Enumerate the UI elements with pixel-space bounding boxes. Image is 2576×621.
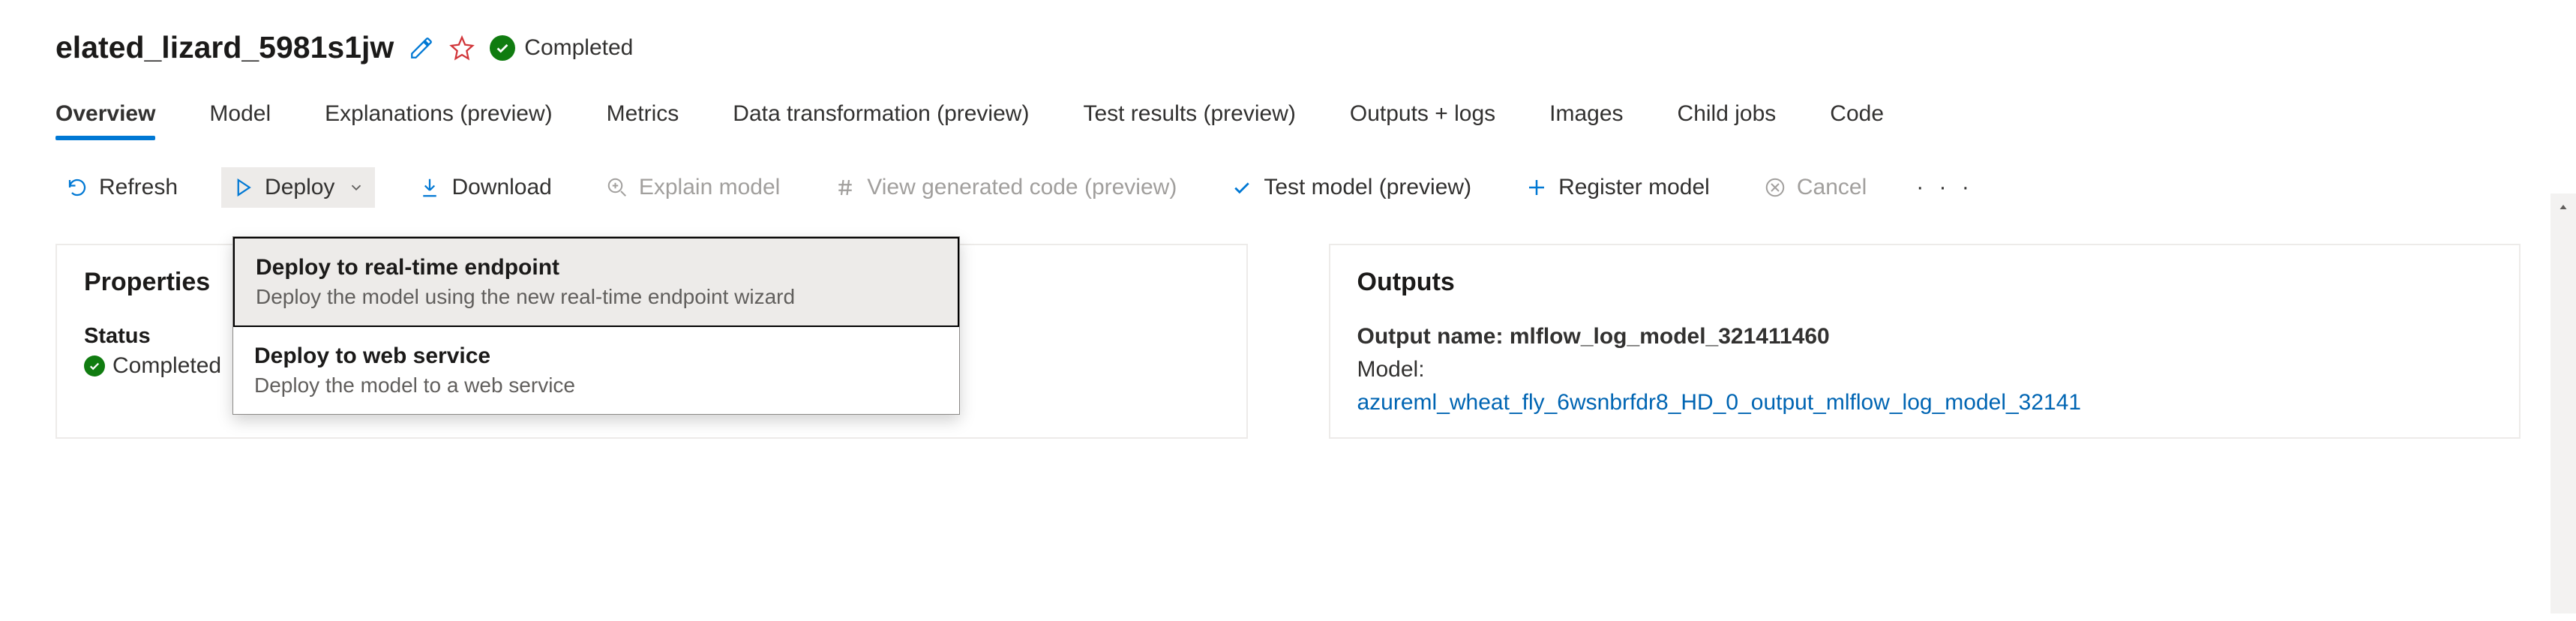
scroll-up-arrow-icon[interactable] <box>2551 194 2576 220</box>
tab-metrics[interactable]: Metrics <box>607 101 679 137</box>
refresh-label: Refresh <box>99 175 178 200</box>
cancel-icon <box>1764 176 1786 199</box>
page-header: elated_lizard_5981s1jw Completed <box>55 30 2521 65</box>
tab-outputs-logs[interactable]: Outputs + logs <box>1350 101 1495 137</box>
tab-code[interactable]: Code <box>1830 101 1884 137</box>
status-value: Completed <box>112 353 221 379</box>
cancel-label: Cancel <box>1797 175 1867 200</box>
test-model-button[interactable]: Test model (preview) <box>1220 167 1482 208</box>
refresh-button[interactable]: Refresh <box>55 167 188 208</box>
chevron-down-icon <box>348 179 364 196</box>
download-label: Download <box>451 175 551 200</box>
hash-icon <box>834 176 856 199</box>
more-button[interactable]: · · · <box>1910 175 1980 200</box>
model-link[interactable]: azureml_wheat_fly_6wsnbrfdr8_HD_0_output… <box>1357 390 2493 416</box>
refresh-icon <box>66 176 88 199</box>
explain-model-label: Explain model <box>639 175 780 200</box>
output-name-value: mlflow_log_model_321411460 <box>1510 324 1830 349</box>
deploy-web-service-item[interactable]: Deploy to web service Deploy the model t… <box>233 327 959 414</box>
tab-model[interactable]: Model <box>209 101 271 137</box>
download-button[interactable]: Download <box>408 167 562 208</box>
download-icon <box>418 176 441 199</box>
deploy-web-title: Deploy to web service <box>254 344 938 369</box>
edit-icon[interactable] <box>409 35 434 61</box>
check-circle-icon <box>490 35 515 61</box>
output-name-row: Output name: mlflow_log_model_321411460 <box>1357 324 2493 350</box>
favorite-star-icon[interactable] <box>449 35 475 61</box>
tab-explanations[interactable]: Explanations (preview) <box>325 101 552 137</box>
deploy-realtime-title: Deploy to real-time endpoint <box>256 255 937 280</box>
outputs-heading: Outputs <box>1357 268 2493 297</box>
check-icon <box>1231 176 1253 199</box>
command-bar: Refresh Deploy Download Explain model Vi… <box>55 167 2521 208</box>
model-label: Model: <box>1357 357 2493 382</box>
magnify-plus-icon <box>606 176 628 199</box>
tab-overview[interactable]: Overview <box>55 101 155 137</box>
deploy-web-desc: Deploy the model to a web service <box>254 374 938 398</box>
view-code-button: View generated code (preview) <box>823 167 1187 208</box>
output-name-label: Output name: <box>1357 324 1504 349</box>
outputs-panel: Outputs Output name: mlflow_log_model_32… <box>1329 244 2521 439</box>
page-title: elated_lizard_5981s1jw <box>55 30 394 65</box>
register-model-button[interactable]: Register model <box>1515 167 1720 208</box>
tab-test-results[interactable]: Test results (preview) <box>1083 101 1295 137</box>
tab-data-transformation[interactable]: Data transformation (preview) <box>733 101 1029 137</box>
register-model-label: Register model <box>1558 175 1710 200</box>
tab-bar: Overview Model Explanations (preview) Me… <box>55 101 2521 137</box>
deploy-realtime-desc: Deploy the model using the new real-time… <box>256 285 937 309</box>
deploy-button[interactable]: Deploy <box>221 167 375 208</box>
tab-child-jobs[interactable]: Child jobs <box>1678 101 1777 137</box>
view-code-label: View generated code (preview) <box>867 175 1177 200</box>
deploy-realtime-endpoint-item[interactable]: Deploy to real-time endpoint Deploy the … <box>235 238 958 326</box>
check-circle-icon <box>84 356 105 376</box>
deploy-label: Deploy <box>265 175 334 200</box>
cancel-button: Cancel <box>1753 167 1877 208</box>
test-model-label: Test model (preview) <box>1264 175 1471 200</box>
deploy-dropdown: Deploy to real-time endpoint Deploy the … <box>232 236 960 415</box>
play-icon <box>232 176 254 199</box>
status-text: Completed <box>524 35 633 61</box>
ellipsis-icon: · · · <box>1916 175 1974 200</box>
explain-model-button: Explain model <box>595 167 790 208</box>
tab-images[interactable]: Images <box>1549 101 1623 137</box>
vertical-scrollbar[interactable] <box>2551 194 2576 614</box>
status-pill: Completed <box>490 35 633 61</box>
plus-icon <box>1525 176 1548 199</box>
